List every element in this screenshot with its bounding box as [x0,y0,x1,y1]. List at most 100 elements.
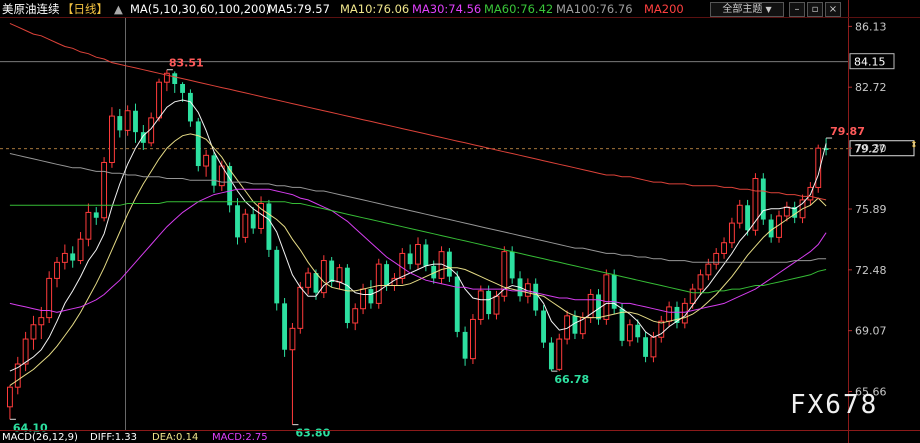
ma-settings-label[interactable]: MA(5,10,30,60,100,200) [130,0,270,18]
candle-body-down [643,337,649,357]
candle-body-up [736,204,743,224]
candle-body-down [423,244,429,266]
candle-body-down [117,116,123,131]
y-tick-label: 75.89 [855,203,887,216]
candle-body-down [548,342,554,370]
y-tick-label: 79.30 [855,142,887,155]
candle-body-up [305,272,312,288]
candle-body-down [344,267,350,323]
candle-body-up [61,252,68,263]
candle-body-down [619,308,625,341]
candle-body-down [133,110,138,133]
candle-body-up [6,386,13,408]
ma10-value: MA10:76.06 [340,2,410,16]
candle-body-down [235,205,240,238]
candle-body-up [752,178,759,231]
price-chart[interactable]: 84.1579.27 ⇕83.5164.10 63.8066.7879.87 86.… [0,0,920,443]
candle-body-down [274,249,280,304]
candle-body-up [54,261,60,279]
candle-body-up [783,206,790,217]
candle-body-up [399,252,406,279]
candle-body-up [289,327,296,351]
chevron-down-icon: ▼ [765,5,772,14]
candle-body-down [187,92,193,122]
candle-body-down [93,212,99,218]
candle-body-up [352,308,359,324]
restore-icon: ▫ [811,4,819,15]
candle-body-down [195,121,201,167]
price-arrow-icon: ⇕ [910,141,918,151]
candle-body-up [336,267,343,283]
candle-body-up [493,295,500,315]
chart-settings-icon[interactable]: ▲ [114,0,123,18]
candle-body-up [46,277,53,319]
candle-body-down [541,310,546,343]
y-tick-label: 82.72 [855,81,887,94]
y-tick-label: 72.48 [855,264,887,277]
ma30-value: MA30:74.56 [412,2,482,16]
candle-body-up [124,110,131,131]
candle-body-down [486,290,492,315]
dea-value: DEA:0.14 [152,432,199,443]
candle-body-down [70,253,76,261]
restore-button[interactable]: ▫ [807,2,823,17]
ma60-value: MA60:76.42 [484,2,554,16]
candle-body-up [650,336,657,358]
candle-body-up [477,290,484,320]
candle-body-down [368,289,374,304]
candle-body-up [721,242,727,254]
candle-body-up [101,161,108,219]
recent-high-annotation: 79.87 [830,125,865,138]
candle-body-down [407,253,413,265]
ma200-value: MA200 [644,2,684,16]
theme-select[interactable]: 全部主题 ▼ [710,2,784,17]
candle-body-up [666,306,673,322]
candle-body-up [156,81,162,119]
candle-body-up [85,211,92,240]
candle-body-up [242,213,249,238]
candle-body-up [415,244,421,265]
period-label[interactable]: 【日线】 [62,0,108,18]
ma100-value: MA100:76.76 [556,2,633,16]
candle-body-down [172,73,178,84]
candle-body-up [360,288,366,310]
candle-body-up [556,338,563,370]
macd-label[interactable]: MACD(26,12,9) [2,432,78,443]
fx678-watermark: FX678 [790,390,879,420]
candle-body-down [250,214,256,229]
diff-value: DIFF:1.33 [90,432,138,443]
reference-price-label: 84.15 [854,56,886,69]
candle-body-down [462,331,468,359]
candle-body-up [297,286,304,329]
candle-body-down [533,283,539,311]
close-button[interactable]: × [825,2,841,17]
candle-body-down [180,83,186,93]
candle-body-up [375,263,382,304]
minimize-button[interactable]: – [789,2,805,17]
candle-body-up [697,274,704,290]
candle-body-down [384,264,390,286]
candle-body-up [626,324,633,342]
candle-body-down [329,260,335,282]
candle-body-down [745,205,751,231]
candle-body-up [776,215,782,238]
candle-body-up [689,288,696,304]
ma5-value: MA5:79.57 [268,2,330,16]
candle-body-up [728,222,735,244]
candle-body-down [509,251,515,279]
candle-body-up [38,317,45,326]
candle-body-down [282,303,288,350]
candle-body-down [446,251,452,277]
candle-body-down [266,203,272,250]
low-right-annotation: 66.78 [554,373,589,386]
candle-body-down [635,324,641,338]
candle-body-up [109,115,115,163]
macd-readout: MACD(26,12,9) DIFF:1.33 DEA:0.14 MACD:2.… [0,432,848,443]
symbol-name[interactable]: 美原油连续 [2,0,60,18]
candle-body-up [77,238,84,262]
minus-icon: – [794,4,800,15]
candle-body-up [470,318,476,360]
candle-body-up [22,338,29,365]
theme-select-label: 全部主题 [722,4,763,15]
high-annotation: 83.51 [169,57,204,70]
